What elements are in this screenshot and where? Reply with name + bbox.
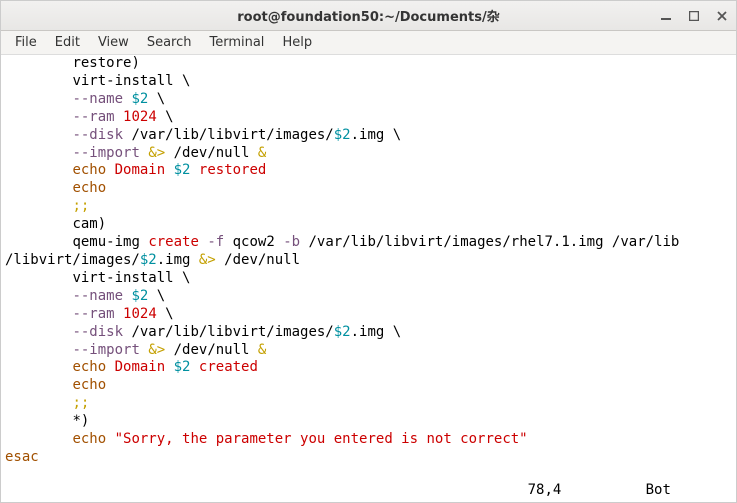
- code-line: --import &> /dev/null &: [5, 342, 732, 360]
- code-line: --name $2 \: [5, 288, 732, 306]
- code-line: virt-install \: [5, 73, 732, 91]
- terminal-output[interactable]: restore) virt-install \ --name $2 \ --ra…: [1, 55, 736, 482]
- code-line: --ram 1024 \: [5, 109, 732, 127]
- code-line: esac: [5, 449, 732, 467]
- code-line: cam): [5, 216, 732, 234]
- code-line: *): [5, 413, 732, 431]
- window-title: root@foundation50:~/Documents/杂: [237, 6, 499, 25]
- code-line: restore): [5, 55, 732, 73]
- code-line: echo Domain $2 restored: [5, 162, 732, 180]
- maximize-button[interactable]: [686, 8, 702, 24]
- menubar: File Edit View Search Terminal Help: [1, 31, 736, 55]
- code-line: --disk /var/lib/libvirt/images/$2.img \: [5, 127, 732, 145]
- vim-status-line: 78,4 Bot: [1, 482, 736, 502]
- code-line: echo Domain $2 created: [5, 359, 732, 377]
- menu-edit[interactable]: Edit: [47, 33, 88, 52]
- menu-terminal[interactable]: Terminal: [201, 33, 272, 52]
- close-button[interactable]: [714, 8, 730, 24]
- code-line: --disk /var/lib/libvirt/images/$2.img \: [5, 324, 732, 342]
- code-line: echo: [5, 377, 732, 395]
- scroll-indicator: Bot: [646, 482, 671, 498]
- code-line: ;;: [5, 395, 732, 413]
- code-line: --name $2 \: [5, 91, 732, 109]
- menu-search[interactable]: Search: [139, 33, 200, 52]
- minimize-button[interactable]: [658, 8, 674, 24]
- cursor-position: 78,4: [528, 482, 562, 498]
- menu-file[interactable]: File: [7, 33, 45, 52]
- menu-help[interactable]: Help: [274, 33, 320, 52]
- code-line: --import &> /dev/null &: [5, 145, 732, 163]
- code-line: --ram 1024 \: [5, 306, 732, 324]
- code-line: ;;: [5, 198, 732, 216]
- code-line: echo "Sorry, the parameter you entered i…: [5, 431, 732, 449]
- titlebar: root@foundation50:~/Documents/杂: [1, 1, 736, 31]
- code-line: qemu-img create -f qcow2 -b /var/lib/lib…: [5, 234, 732, 252]
- code-line: echo: [5, 180, 732, 198]
- menu-view[interactable]: View: [90, 33, 137, 52]
- window-controls: [658, 1, 730, 30]
- code-line: virt-install \: [5, 270, 732, 288]
- code-line: /libvirt/images/$2.img &> /dev/null: [5, 252, 732, 270]
